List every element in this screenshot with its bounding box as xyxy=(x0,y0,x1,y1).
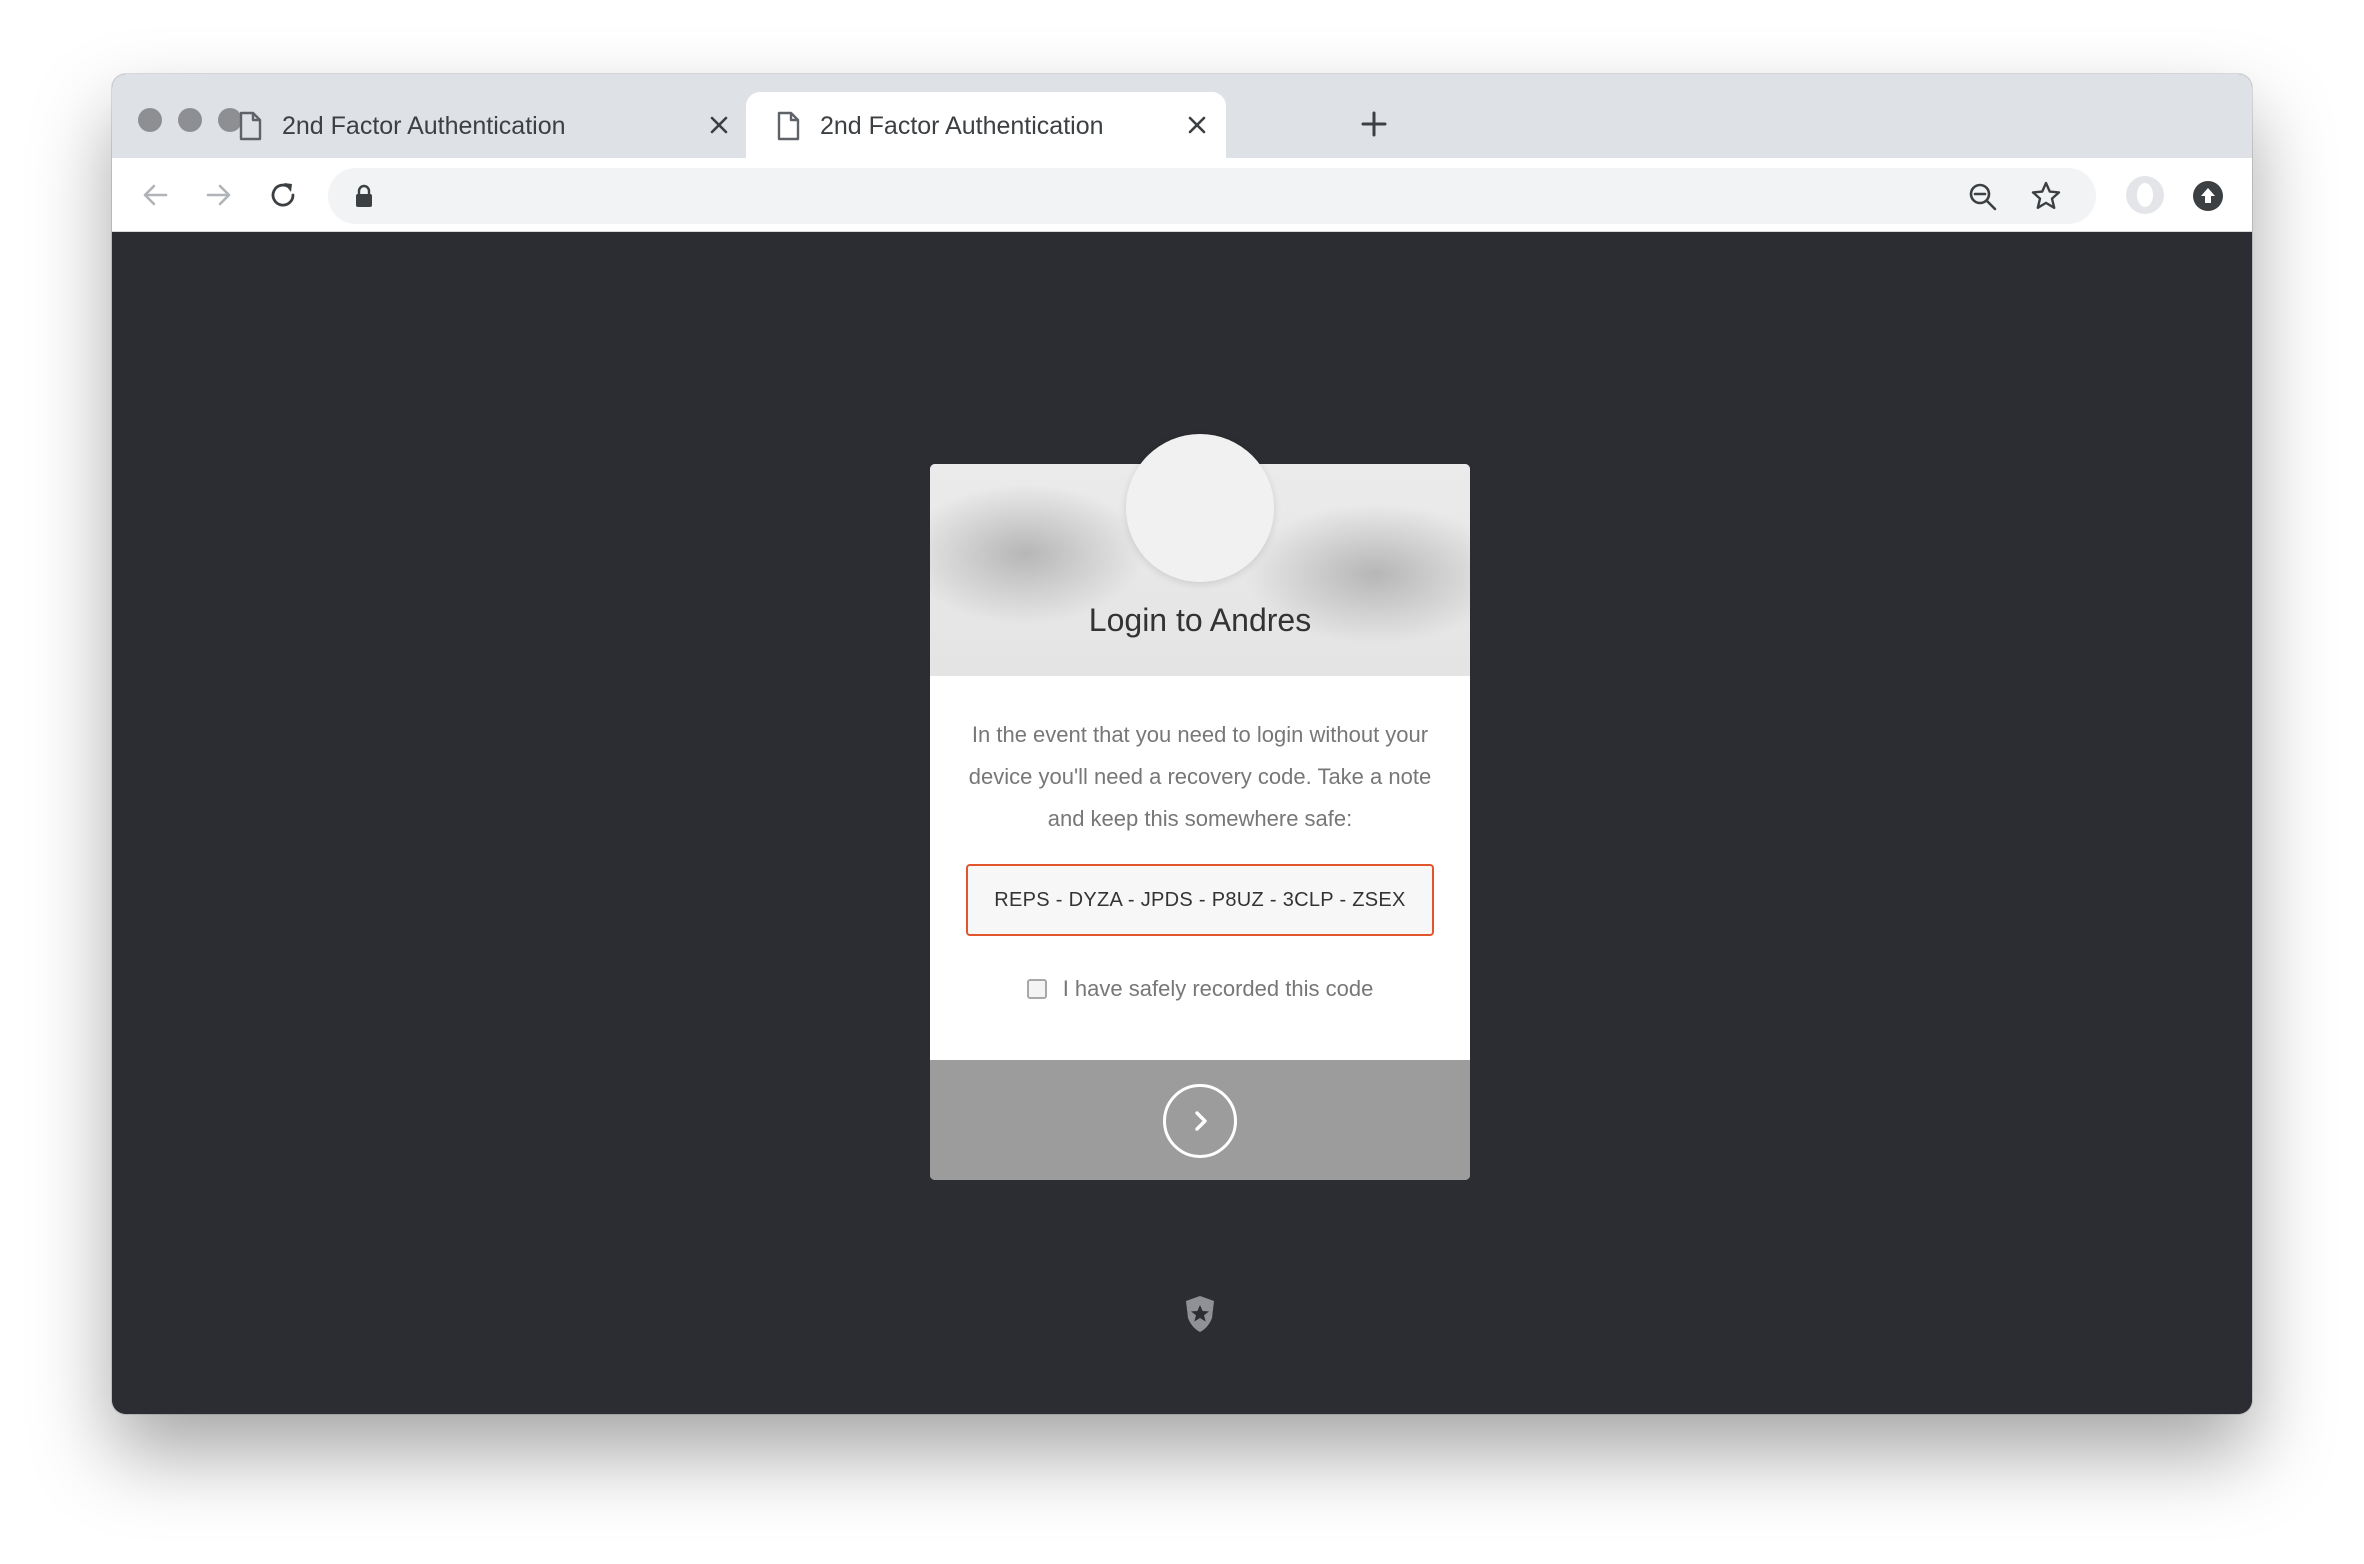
recovery-code-field[interactable]: REPS - DYZA - JPDS - P8UZ - 3CLP - ZSEX xyxy=(966,864,1434,936)
card-title: Login to Andres xyxy=(1088,602,1312,638)
auth0-shield-icon xyxy=(1186,1296,1214,1332)
tab-title: 2nd Factor Authentication xyxy=(282,112,566,140)
confirm-label[interactable]: I have safely recorded this code xyxy=(1063,976,1374,1002)
new-tab-plus-icon[interactable] xyxy=(1360,110,1388,138)
zoom-out-icon[interactable] xyxy=(1968,182,1998,212)
forward-arrow-icon[interactable] xyxy=(204,180,234,210)
submit-footer[interactable] xyxy=(930,1060,1470,1180)
login-card: Login to Andres In the event that you ne… xyxy=(930,434,1470,1180)
document-icon xyxy=(777,111,800,141)
chevron-right-icon xyxy=(1195,1111,1207,1131)
confirm-row: I have safely recorded this code xyxy=(930,976,1470,1002)
submit-button[interactable] xyxy=(1163,1084,1237,1158)
tab-strip: 2nd Factor Authentication 2nd Factor Aut… xyxy=(112,74,2252,158)
browser-window: 2nd Factor Authentication 2nd Factor Aut… xyxy=(112,74,2252,1414)
recovery-code-text: REPS - DYZA - JPDS - P8UZ - 3CLP - ZSEX xyxy=(994,888,1406,911)
close-icon[interactable] xyxy=(708,114,730,136)
bookmark-star-icon[interactable] xyxy=(2030,180,2062,212)
reload-icon[interactable] xyxy=(268,180,298,210)
tab-title: 2nd Factor Authentication xyxy=(820,112,1104,140)
recovery-instructions: In the event that you need to login with… xyxy=(968,722,1432,831)
address-bar[interactable] xyxy=(328,168,2096,224)
profile-avatar[interactable] xyxy=(2126,176,2164,214)
browser-toolbar xyxy=(112,158,2252,232)
document-icon xyxy=(239,111,262,141)
logo-placeholder xyxy=(1126,434,1274,582)
close-icon[interactable] xyxy=(1186,114,1208,136)
profile-silhouette-icon xyxy=(2137,183,2153,207)
update-arrow-icon[interactable] xyxy=(2192,180,2224,212)
page-viewport: Login to Andres In the event that you ne… xyxy=(112,232,2252,1414)
confirm-checkbox[interactable] xyxy=(1026,979,1047,999)
back-arrow-icon[interactable] xyxy=(140,180,170,210)
tab-inactive[interactable]: 2nd Factor Authentication xyxy=(112,92,746,158)
card-body: In the event that you need to login with… xyxy=(930,676,1470,1060)
lock-icon xyxy=(356,184,372,207)
tab-active[interactable]: 2nd Factor Authentication xyxy=(746,92,1226,158)
